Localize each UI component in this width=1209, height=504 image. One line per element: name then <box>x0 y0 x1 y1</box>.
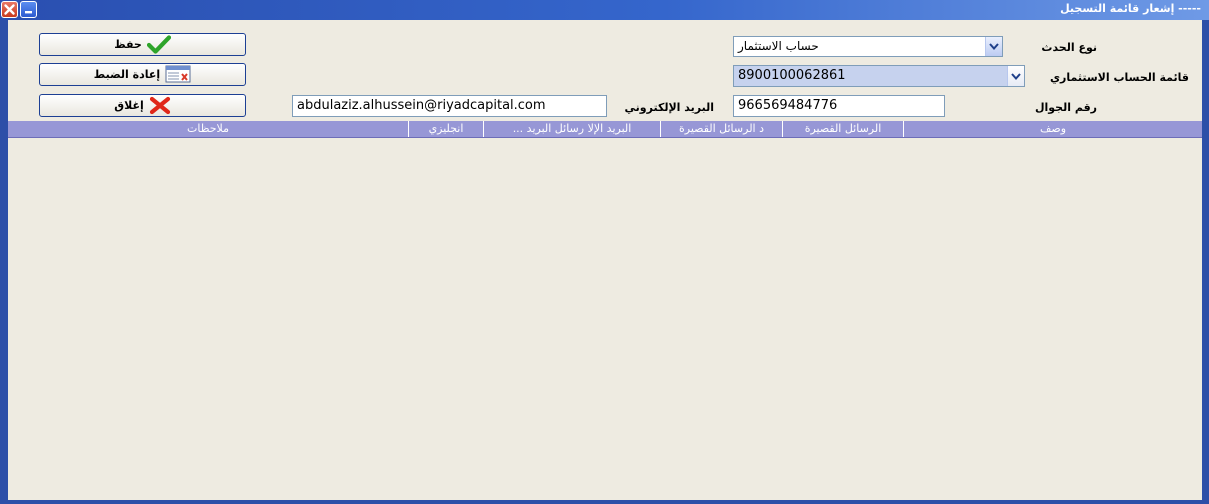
save-label: حفظ <box>114 38 142 51</box>
grid-body <box>8 138 1202 500</box>
mobile-label: رقم الجوال <box>1034 101 1097 114</box>
close-button[interactable]: إغلاق <box>39 94 246 117</box>
account-list-value: 8900100062861 <box>738 68 846 83</box>
event-type-select[interactable]: حساب الاستثمار <box>733 36 1003 57</box>
column-header-notes[interactable]: ملاحظات <box>8 121 408 137</box>
email-field[interactable]: abdulaziz.alhussein@riyadcapital.com <box>292 95 607 117</box>
column-header-sms[interactable]: الرسائل القصيرة <box>782 121 903 137</box>
minimize-window-button[interactable] <box>20 1 37 18</box>
chevron-down-icon[interactable] <box>1007 66 1024 86</box>
minimize-icon <box>25 11 32 14</box>
column-header-sms-count[interactable]: د الرسائل القصيرة <box>660 121 782 137</box>
account-list-select[interactable]: 8900100062861 <box>733 65 1025 87</box>
event-type-label: نوع الحدث <box>1041 41 1097 54</box>
title-bar: ----- إشعار قائمة التسجيل <box>0 0 1209 20</box>
column-header-description[interactable]: وصف <box>903 121 1202 137</box>
chevron-down-icon[interactable] <box>985 37 1002 56</box>
checkmark-icon <box>146 35 171 54</box>
mobile-field[interactable]: 966569484776 <box>733 95 945 117</box>
reset-label: إعادة الضبط <box>93 68 161 81</box>
reset-form-icon <box>165 65 191 84</box>
email-label: البريد الإلكتروني <box>624 101 714 114</box>
close-window-button[interactable] <box>1 1 18 18</box>
event-type-value: حساب الاستثمار <box>738 39 819 53</box>
save-button[interactable]: حفظ <box>39 33 246 56</box>
red-x-icon <box>149 96 171 115</box>
grid-header: وصف الرسائل القصيرة د الرسائل القصيرة ال… <box>8 121 1202 138</box>
account-list-label: قائمة الحساب الاستثماري <box>1049 71 1189 84</box>
column-header-english[interactable]: انجليزي <box>408 121 483 137</box>
reset-button[interactable]: إعادة الضبط <box>39 63 246 86</box>
close-icon <box>4 4 15 15</box>
close-label: إغلاق <box>114 99 144 112</box>
window-title: ----- إشعار قائمة التسجيل <box>1060 2 1201 15</box>
column-header-email[interactable]: البريد الإلا رسائل البريد ... <box>483 121 660 137</box>
